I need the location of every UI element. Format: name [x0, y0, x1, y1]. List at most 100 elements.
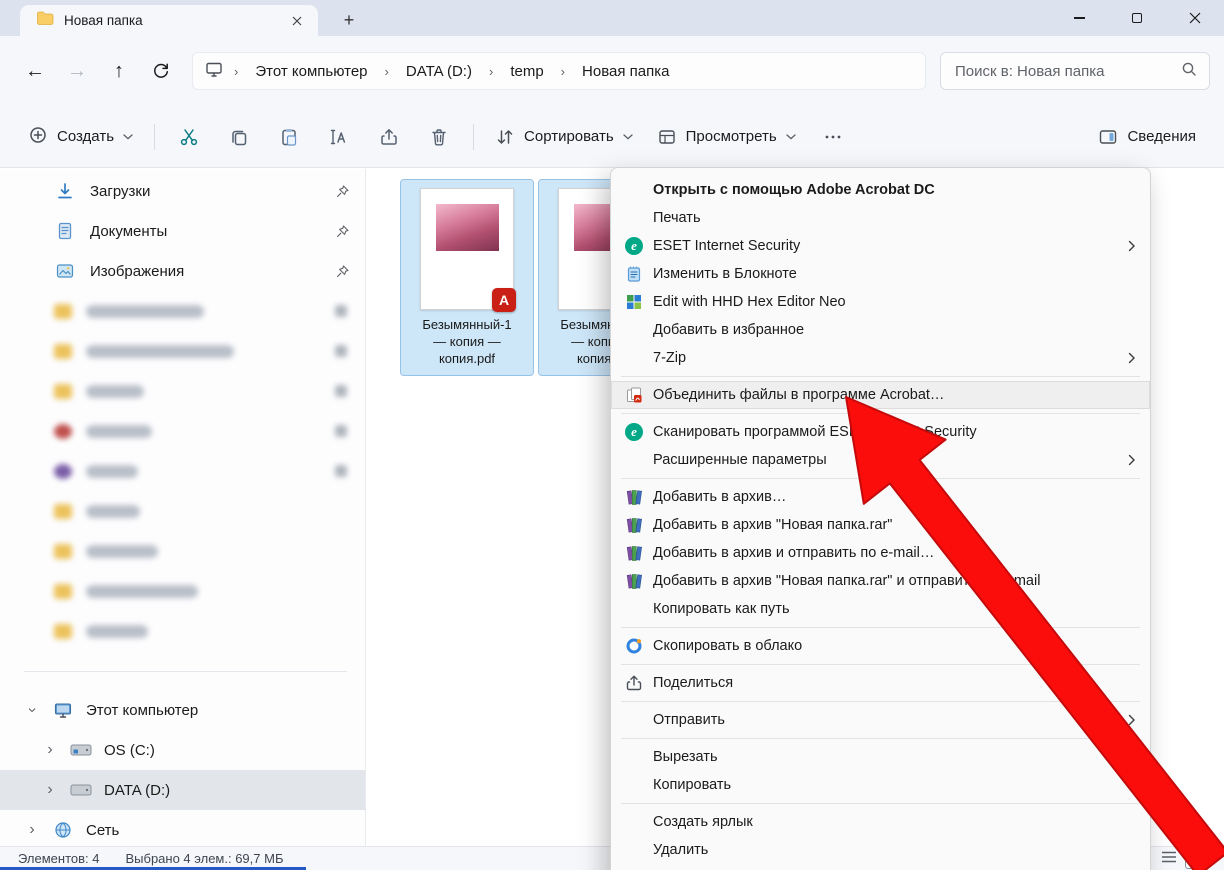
menu-item-eset[interactable]: e ESET Internet Security	[611, 232, 1150, 260]
more-options-button[interactable]	[808, 117, 858, 157]
folder-icon	[54, 383, 72, 399]
large-icons-view-icon[interactable]	[1185, 848, 1206, 869]
sidebar-item-redacted[interactable]	[0, 611, 365, 651]
menu-separator	[621, 478, 1140, 479]
notepad-icon	[623, 265, 645, 283]
menu-item-copy-to-cloud[interactable]: Скопировать в облако	[611, 632, 1150, 660]
toolbar-divider	[154, 123, 156, 150]
menu-item-combine-acrobat[interactable]: Объединить файлы в программе Acrobat…	[611, 381, 1150, 409]
sidebar-item-redacted[interactable]	[0, 291, 365, 331]
sort-button[interactable]: Сортировать	[483, 117, 645, 157]
create-label: Создать	[57, 128, 115, 145]
maximize-button[interactable]	[1108, 0, 1166, 36]
sidebar-item-redacted[interactable]	[0, 491, 365, 531]
app-icon	[54, 423, 72, 439]
search-input[interactable]	[943, 62, 1181, 80]
breadcrumb[interactable]: › Этот компьютер › DATA (D:) › temp › Но…	[192, 52, 926, 90]
sidebar-item-redacted[interactable]	[0, 451, 365, 491]
network-icon	[52, 820, 74, 840]
refresh-button[interactable]	[140, 51, 182, 91]
menu-item-create-shortcut[interactable]: Создать ярлык	[611, 808, 1150, 836]
forward-button[interactable]: →	[56, 51, 98, 91]
menu-separator	[621, 413, 1140, 414]
copy-button[interactable]	[214, 117, 264, 157]
menu-item-7zip[interactable]: 7-Zip	[611, 344, 1150, 372]
sidebar-item-network[interactable]: › Сеть	[0, 810, 365, 846]
submenu-chevron-icon	[1128, 714, 1135, 726]
scissors-icon	[180, 128, 198, 145]
sidebar-item-redacted[interactable]	[0, 411, 365, 451]
rename-button[interactable]	[314, 117, 364, 157]
menu-item-add-to-archive[interactable]: Добавить в архив…	[611, 483, 1150, 511]
menu-item-open-with-acrobat[interactable]: Открыть с помощью Adobe Acrobat DC	[611, 176, 1150, 204]
pin-icon	[335, 465, 347, 477]
chevron-collapsed-icon[interactable]: ›	[24, 821, 40, 839]
menu-item-send-to[interactable]: Отправить	[611, 706, 1150, 734]
chevron-collapsed-icon[interactable]: ›	[42, 741, 58, 759]
view-button[interactable]: Просмотреть	[645, 117, 808, 157]
sidebar-item-redacted[interactable]	[0, 371, 365, 411]
share-button[interactable]	[364, 117, 414, 157]
menu-item-copy[interactable]: Копировать	[611, 771, 1150, 799]
search-icon[interactable]	[1181, 61, 1197, 82]
tab-close-icon[interactable]	[286, 10, 308, 32]
menu-item-delete[interactable]: Удалить	[611, 836, 1150, 864]
menu-item-archive-email[interactable]: Добавить в архив и отправить по e-mail…	[611, 539, 1150, 567]
minimize-button[interactable]	[1050, 0, 1108, 36]
menu-item-advanced-options[interactable]: Расширенные параметры	[611, 446, 1150, 474]
menu-item-eset-scan[interactable]: e Сканировать программой ESET Internet S…	[611, 418, 1150, 446]
breadcrumb-separator: ›	[488, 63, 494, 79]
menu-item-add-to-archive-named[interactable]: Добавить в архив "Новая папка.rar"	[611, 511, 1150, 539]
menu-item-add-favorites[interactable]: Добавить в избранное	[611, 316, 1150, 344]
menu-item-share[interactable]: Поделиться	[611, 669, 1150, 697]
breadcrumb-item-drive[interactable]: DATA (D:)	[400, 60, 478, 83]
new-tab-button[interactable]: +	[336, 8, 362, 32]
back-button[interactable]: ←	[14, 51, 56, 91]
breadcrumb-item-current[interactable]: Новая папка	[576, 60, 675, 83]
sidebar-item-drive-d[interactable]: › DATA (D:)	[0, 770, 365, 810]
sidebar-item-this-pc[interactable]: › Этот компьютер	[0, 690, 365, 730]
sidebar-item-redacted[interactable]	[0, 531, 365, 571]
file-tile-pdf-1[interactable]: A Безымянный-1 — копия — копия.pdf	[400, 179, 534, 376]
share-icon	[623, 674, 645, 692]
menu-item-hex-editor[interactable]: Edit with HHD Hex Editor Neo	[611, 288, 1150, 316]
menu-item-copy-as-path[interactable]: Копировать как путь	[611, 595, 1150, 623]
delete-button[interactable]	[414, 117, 464, 157]
details-pane-button[interactable]: Сведения	[1086, 117, 1208, 157]
breadcrumb-item-temp[interactable]: temp	[504, 60, 549, 83]
redacted-label	[86, 624, 148, 638]
up-button[interactable]: ↑	[98, 51, 140, 91]
menu-item-archive-named-email[interactable]: Добавить в архив "Новая папка.rar" и отп…	[611, 567, 1150, 595]
explorer-tab[interactable]: Новая папка	[20, 5, 318, 36]
sidebar-item-redacted[interactable]	[0, 571, 365, 611]
sidebar-divider	[24, 671, 347, 672]
create-button[interactable]: Создать	[16, 117, 145, 157]
menu-item-cut[interactable]: Вырезать	[611, 743, 1150, 771]
menu-item-edit-notepad[interactable]: Изменить в Блокноте	[611, 260, 1150, 288]
folder-icon	[54, 503, 72, 519]
close-button[interactable]	[1166, 0, 1224, 36]
folder-icon	[54, 583, 72, 599]
paste-button[interactable]	[264, 117, 314, 157]
pin-icon	[335, 385, 347, 397]
menu-item-rename[interactable]: Переименовать	[611, 864, 1150, 870]
acrobat-combine-icon	[623, 386, 645, 404]
sidebar-item-documents[interactable]: Документы	[0, 211, 365, 251]
file-name: Безымянный-1 — копия — копия.pdf	[422, 317, 512, 366]
chevron-collapsed-icon[interactable]: ›	[42, 781, 58, 799]
redacted-label	[86, 304, 204, 318]
sidebar-item-downloads[interactable]: Загрузки	[0, 171, 365, 211]
paste-icon	[282, 128, 297, 146]
selection-summary: Выбрано 4 элем.: 69,7 МБ	[125, 851, 284, 866]
breadcrumb-item-this-pc[interactable]: Этот компьютер	[249, 60, 373, 83]
breadcrumb-separator: ›	[234, 63, 239, 79]
folder-icon	[36, 10, 54, 31]
details-view-icon[interactable]	[1161, 850, 1177, 867]
menu-item-print[interactable]: Печать	[611, 204, 1150, 232]
sidebar-item-redacted[interactable]	[0, 331, 365, 371]
chevron-expanded-icon[interactable]: ›	[23, 702, 41, 718]
sidebar-item-pictures[interactable]: Изображения	[0, 251, 365, 291]
cut-button[interactable]	[164, 117, 214, 157]
sidebar-item-drive-c[interactable]: › OS (C:)	[0, 730, 365, 770]
share-icon	[381, 128, 397, 145]
